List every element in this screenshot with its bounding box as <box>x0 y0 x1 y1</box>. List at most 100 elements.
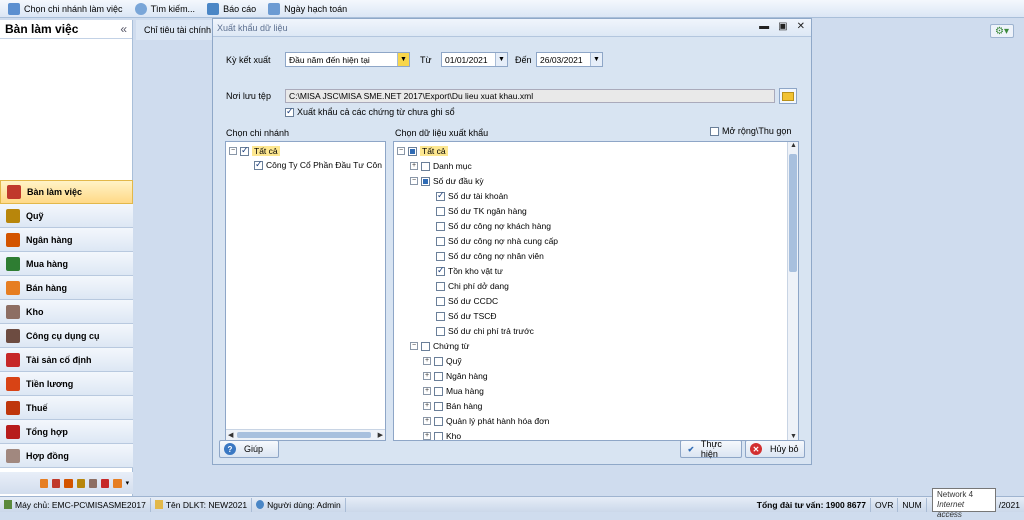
checkbox-icon[interactable] <box>421 161 430 171</box>
search-button[interactable]: Tìm kiếm... <box>134 2 195 15</box>
vertical-scrollbar[interactable]: ▲ ▼ <box>787 142 798 440</box>
chevron-down-icon[interactable]: ▼ <box>495 53 507 66</box>
nav-item-general[interactable]: Tổng hợp <box>0 420 133 444</box>
posting-date-button[interactable]: Ngày hạch toán <box>268 2 347 15</box>
nav-item-tax[interactable]: Thuế <box>0 396 133 420</box>
tree-row[interactable]: Số dư công nợ nhà cung cấp <box>436 234 558 248</box>
nav-item-tools[interactable]: Công cụ dụng cụ <box>0 324 133 348</box>
overflow-icon[interactable] <box>40 478 49 488</box>
checkbox-icon[interactable] <box>434 386 443 396</box>
nav-item-desk[interactable]: Bàn làm việc <box>0 180 133 204</box>
tree-row[interactable]: −Tất cả <box>229 144 280 158</box>
execute-button[interactable]: ✔ Thực hiện <box>680 439 742 459</box>
nav-item-sales[interactable]: Bán hàng <box>0 276 133 300</box>
checkbox-icon[interactable] <box>436 296 445 306</box>
expand-icon[interactable]: + <box>423 417 431 425</box>
checkbox-icon[interactable] <box>436 221 445 231</box>
checkbox-icon[interactable] <box>436 190 445 201</box>
overflow-icon[interactable] <box>64 478 73 488</box>
tree-row[interactable]: Số dư TK ngân hàng <box>436 204 527 218</box>
tree-row[interactable]: Số dư công nợ nhân viên <box>436 249 544 263</box>
checkbox-icon[interactable] <box>434 356 443 366</box>
tree-row[interactable]: Tồn kho vật tư <box>436 264 503 278</box>
nav-item-contracts[interactable]: Hợp đồng <box>0 444 133 468</box>
checkbox-icon[interactable] <box>421 176 430 186</box>
checkbox-icon[interactable] <box>240 145 249 156</box>
collapse-icon[interactable]: − <box>410 177 418 185</box>
tree-row[interactable]: Công Ty Cổ Phần Đầu Tư Côn <box>254 158 382 172</box>
tree-row[interactable]: Số dư chi phí trả trước <box>436 324 534 338</box>
overflow-icon[interactable] <box>101 478 110 488</box>
checkbox-icon[interactable] <box>408 146 417 156</box>
nav-item-payroll[interactable]: Tiền lương <box>0 372 133 396</box>
checkbox-icon[interactable] <box>436 206 445 216</box>
checkbox-icon[interactable] <box>434 401 443 411</box>
tab-financial-indicators[interactable]: Chỉ tiêu tài chính <box>136 20 212 40</box>
minimize-icon[interactable]: ▬ <box>759 21 769 32</box>
tree-row[interactable]: − Số dư đầu kỳ <box>410 174 484 188</box>
report-button[interactable]: Báo cáo <box>207 2 256 15</box>
horizontal-scrollbar[interactable]: ◀ ▶ <box>226 429 385 440</box>
tree-row[interactable]: + Danh mục <box>410 159 472 173</box>
scroll-thumb[interactable] <box>789 154 797 272</box>
expand-icon[interactable]: + <box>423 387 431 395</box>
tree-row[interactable]: − Chứng từ <box>410 339 469 353</box>
checkbox-icon[interactable] <box>436 311 445 321</box>
checkbox-icon[interactable] <box>436 236 445 246</box>
tree-row[interactable]: Số dư CCDC <box>436 294 498 308</box>
expand-collapse-toggle[interactable]: Mở rộng\Thu gọn <box>710 126 791 137</box>
chevron-down-icon[interactable]: ▼ <box>397 53 409 66</box>
expand-icon[interactable]: + <box>423 402 431 410</box>
collapse-icon[interactable]: « <box>120 22 127 36</box>
tree-row[interactable]: Số dư tài khoản <box>436 189 508 203</box>
tree-row[interactable]: + Quỹ <box>423 354 462 368</box>
chevron-down-icon[interactable]: ▼ <box>590 53 602 66</box>
checkbox-icon[interactable] <box>436 281 445 291</box>
tree-row[interactable]: + Bán hàng <box>423 399 482 413</box>
checkbox-icon[interactable] <box>436 326 445 336</box>
nav-item-bank[interactable]: Ngân hàng <box>0 228 133 252</box>
choose-branch-button[interactable]: Chọn chi nhánh làm việc <box>8 2 123 15</box>
tree-row[interactable]: Số dư TSCĐ <box>436 309 497 323</box>
overflow-icon[interactable] <box>76 478 85 488</box>
to-date-picker[interactable]: 26/03/2021 ▼ <box>536 52 603 67</box>
browse-folder-button[interactable] <box>779 88 797 104</box>
tree-row[interactable]: + Quản lý phát hành hóa đơn <box>423 414 549 428</box>
tree-row[interactable]: Chi phí dở dang <box>436 279 509 293</box>
checkbox-icon[interactable] <box>421 341 430 351</box>
tree-row[interactable]: + Ngân hàng <box>423 369 488 383</box>
expand-icon[interactable]: + <box>423 372 431 380</box>
checkbox-icon[interactable] <box>436 265 445 276</box>
nav-item-fixed-assets[interactable]: Tài sản cố định <box>0 348 133 372</box>
overflow-icon[interactable] <box>113 478 122 488</box>
nav-item-purchase[interactable]: Mua hàng <box>0 252 133 276</box>
checkbox-icon[interactable] <box>710 127 719 137</box>
maximize-icon[interactable]: ▣ <box>778 21 787 32</box>
chevron-down-icon[interactable]: ▾ <box>126 479 133 488</box>
checkbox-icon[interactable] <box>434 416 443 426</box>
collapse-icon[interactable]: − <box>410 342 418 350</box>
collapse-icon[interactable]: − <box>229 147 237 155</box>
checkbox-icon[interactable] <box>254 159 263 170</box>
help-button[interactable]: ? Giúp <box>219 440 279 458</box>
checkbox-icon[interactable] <box>285 106 294 118</box>
overflow-icon[interactable] <box>52 478 61 488</box>
overflow-icon[interactable] <box>88 478 98 488</box>
nav-item-cash[interactable]: Quỹ <box>0 204 133 228</box>
expand-icon[interactable]: + <box>423 357 431 365</box>
checkbox-icon[interactable] <box>436 251 445 261</box>
close-icon[interactable]: ✕ <box>797 21 805 32</box>
period-select[interactable]: Đầu năm đến hiện tại ▼ <box>285 52 410 67</box>
tree-row[interactable]: −Tất cả <box>397 144 448 158</box>
cancel-button[interactable]: ✕ Hủy bỏ <box>745 440 805 458</box>
tree-row[interactable]: Số dư công nợ khách hàng <box>436 219 551 233</box>
tree-row[interactable]: + Mua hàng <box>423 384 484 398</box>
nav-item-stock[interactable]: Kho <box>0 300 133 324</box>
path-field[interactable]: C:\MISA JSC\MISA SME.NET 2017\Export\Du … <box>285 89 775 103</box>
include-unposted-checkbox[interactable]: Xuất khẩu cả các chứng từ chưa ghi sổ <box>285 106 455 118</box>
settings-button[interactable]: ⚙▾ <box>990 24 1014 38</box>
checkbox-icon[interactable] <box>434 371 443 381</box>
from-date-picker[interactable]: 01/01/2021 ▼ <box>441 52 508 67</box>
collapse-icon[interactable]: − <box>397 147 405 155</box>
checkbox-icon[interactable] <box>434 431 443 440</box>
